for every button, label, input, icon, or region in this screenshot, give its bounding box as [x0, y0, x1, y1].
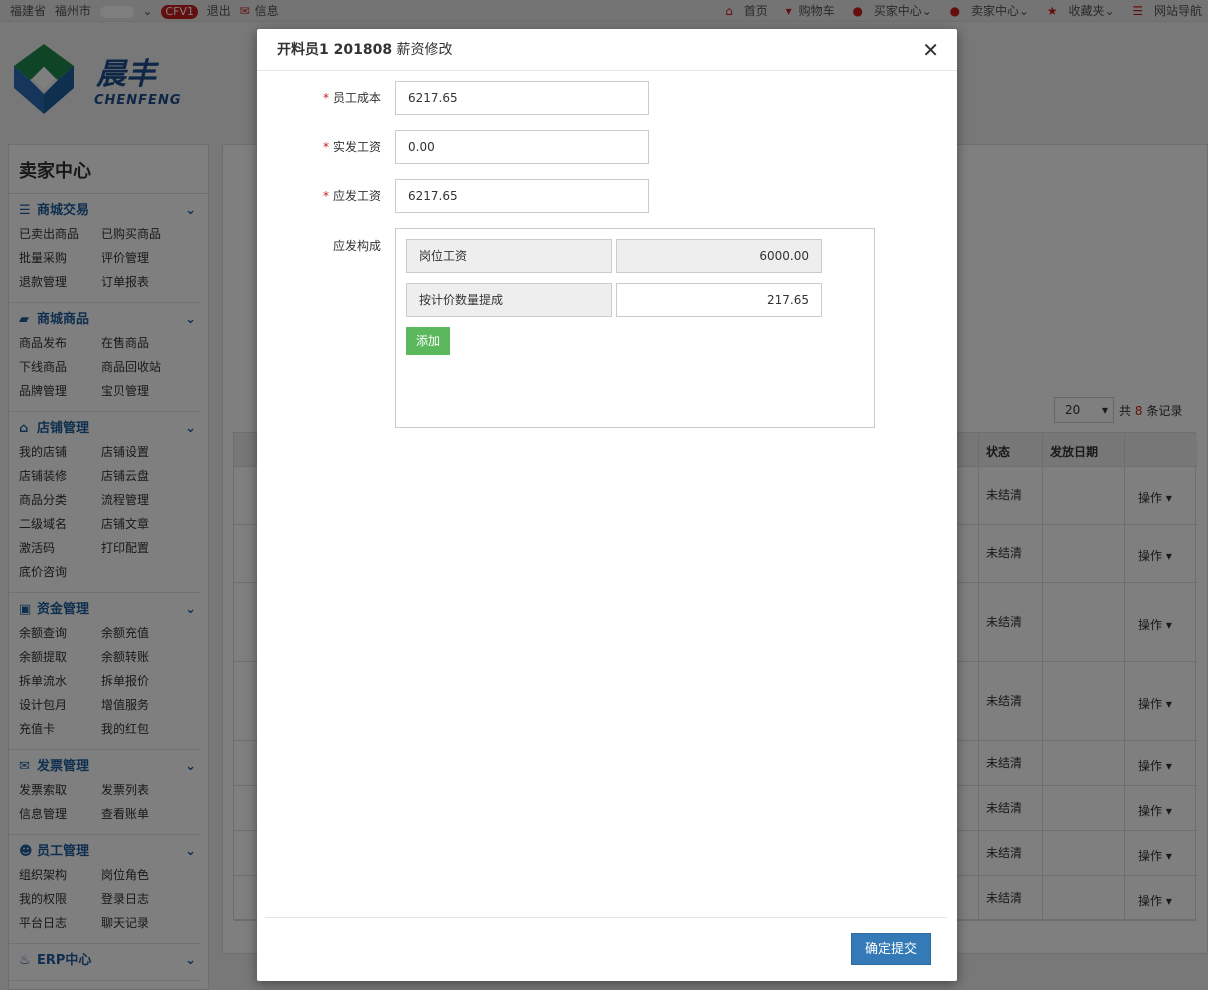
field-employee-cost: * 员工成本 6217.65 [257, 81, 957, 115]
modal-footer: 确定提交 [265, 917, 947, 981]
composition-box: 岗位工资 6000.00 按计价数量提成 217.65 添加 [395, 228, 875, 428]
payable-input[interactable]: 6217.65 [395, 179, 649, 213]
component-name: 按计价数量提成 [406, 283, 612, 317]
submit-button[interactable]: 确定提交 [851, 933, 931, 965]
employee-cost-input[interactable]: 6217.65 [395, 81, 649, 115]
close-icon[interactable]: ✕ [922, 29, 939, 71]
field-payable: * 应发工资 6217.65 [257, 179, 957, 213]
field-actual-pay: * 实发工资 0.00 [257, 130, 957, 164]
actual-pay-input[interactable]: 0.00 [395, 130, 649, 164]
component-value-input[interactable]: 217.65 [616, 283, 822, 317]
salary-edit-modal: 开料员1 201808 薪资修改 ✕ * 员工成本 6217.65 * 实发工资 0… [257, 29, 957, 981]
add-component-button[interactable]: 添加 [406, 327, 450, 355]
component-value: 6000.00 [616, 239, 822, 273]
modal-title-employee: 开料员1 201808 [277, 42, 393, 58]
composition-label: 应发构成 [332, 239, 381, 253]
component-name: 岗位工资 [406, 239, 612, 273]
modal-title-action: 薪资修改 [396, 42, 453, 58]
modal-header: 开料员1 201808 薪资修改 ✕ [257, 29, 957, 71]
